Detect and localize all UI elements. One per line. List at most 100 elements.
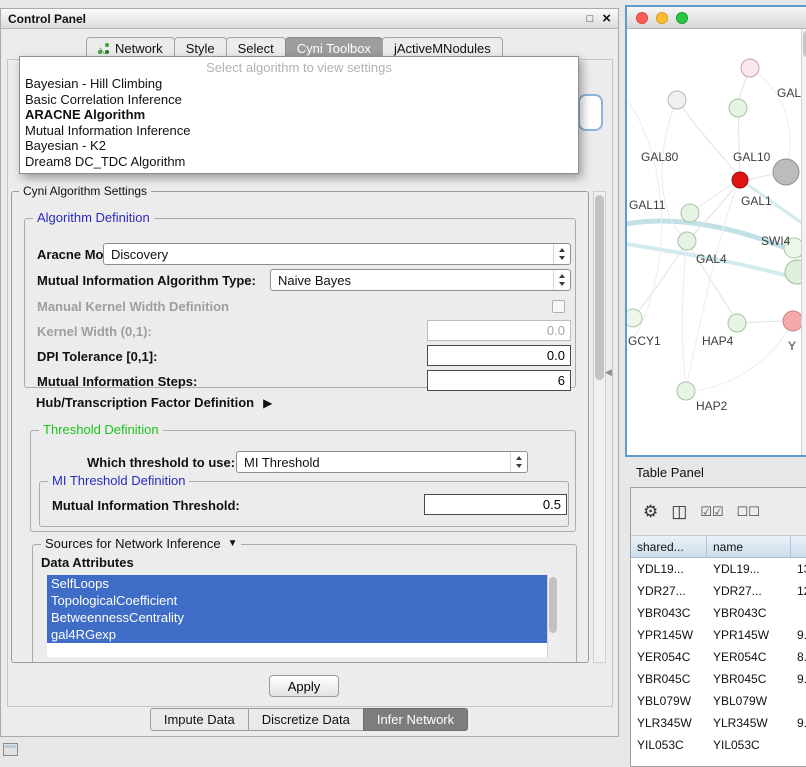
- float-window-icon[interactable]: □: [587, 13, 594, 25]
- network-node[interactable]: [729, 99, 747, 117]
- table-row[interactable]: YLR345WYLR345W9.: [631, 712, 806, 734]
- aracne-mode-select[interactable]: Discovery: [103, 243, 571, 265]
- table-cell: YBL079W: [631, 694, 707, 708]
- network-node-label: Y: [788, 339, 796, 353]
- algorithm-option-bayesian-hill-climbing[interactable]: Bayesian - Hill Climbing: [20, 76, 578, 92]
- network-edge[interactable]: [697, 321, 793, 391]
- table-row[interactable]: YDL19...YDL19...13: [631, 558, 806, 580]
- table-row[interactable]: YPR145WYPR145W9.: [631, 624, 806, 646]
- spinner-icon: [553, 270, 570, 290]
- network-edge[interactable]: [633, 248, 683, 318]
- algorithm-option-aracne-algorithm[interactable]: ARACNE Algorithm: [20, 107, 578, 123]
- network-window-titlebar[interactable]: [627, 7, 806, 29]
- columns-icon[interactable]: ◫: [671, 502, 687, 522]
- network-edge[interactable]: [750, 68, 790, 161]
- collapse-arrow-icon[interactable]: ▼: [228, 538, 238, 549]
- zoom-traffic-light-icon[interactable]: [676, 12, 688, 24]
- algorithm-select-fragment[interactable]: [578, 94, 603, 131]
- network-edge[interactable]: [738, 108, 740, 175]
- mi-algorithm-type-label: Mutual Information Algorithm Type:: [37, 273, 256, 288]
- mi-steps-input[interactable]: [427, 370, 571, 391]
- data-attribute-selfloops[interactable]: SelfLoops: [47, 575, 547, 592]
- tab-label: jActiveMNodules: [394, 41, 491, 56]
- dpi-tolerance-label: DPI Tolerance [0,1]:: [37, 349, 157, 364]
- settings-scrollbar[interactable]: [593, 191, 606, 663]
- network-node[interactable]: [677, 382, 695, 400]
- algorithm-option-mutual-information-inference[interactable]: Mutual Information Inference: [20, 123, 578, 139]
- network-node[interactable]: [681, 204, 699, 222]
- table-row[interactable]: YBR045CYBR045C9.: [631, 668, 806, 690]
- network-node[interactable]: [678, 232, 696, 250]
- network-node[interactable]: [773, 159, 799, 185]
- table-cell: 9.: [791, 716, 806, 730]
- splitter-collapse-icon[interactable]: ◀: [605, 367, 612, 378]
- network-node-label: GCY1: [628, 334, 661, 348]
- network-node[interactable]: [668, 91, 686, 109]
- close-traffic-light-icon[interactable]: [636, 12, 648, 24]
- dpi-tolerance-input[interactable]: [427, 345, 571, 366]
- sources-group-header[interactable]: Sources for Network Inference ▼: [41, 536, 241, 551]
- network-node[interactable]: [732, 172, 748, 188]
- network-node-label: HAP4: [702, 334, 734, 348]
- algorithm-option-dream8-dc-tdc-algorithm[interactable]: Dream8 DC_TDC Algorithm: [20, 154, 578, 170]
- mi-threshold-input[interactable]: [424, 494, 567, 515]
- docked-panel-icon[interactable]: [3, 743, 18, 756]
- table-row[interactable]: YDR27...YDR27...12: [631, 580, 806, 602]
- column-header-shared[interactable]: shared...: [631, 536, 707, 557]
- network-node[interactable]: [741, 59, 759, 77]
- data-attribute-gal4rgexp[interactable]: gal4RGexp: [47, 626, 547, 643]
- tab-label: Network: [115, 41, 163, 56]
- mi-steps-label: Mutual Information Steps:: [37, 374, 197, 389]
- table-row[interactable]: YIL053CYIL053C: [631, 734, 806, 756]
- minimize-traffic-light-icon[interactable]: [656, 12, 668, 24]
- table-cell: YLR345W: [707, 716, 791, 730]
- column-header-name[interactable]: name: [707, 536, 791, 557]
- table-cell: 13: [791, 562, 806, 576]
- mi-algorithm-type-select[interactable]: Naive Bayes: [270, 269, 571, 291]
- data-attributes-label: Data Attributes: [41, 555, 134, 570]
- network-node-label: HAP2: [696, 399, 728, 413]
- table-cell: 8.: [791, 650, 806, 664]
- network-scrollbar[interactable]: [801, 29, 806, 455]
- bottom-tab-discretize-data[interactable]: Discretize Data: [248, 708, 364, 731]
- tab-label: Select: [238, 41, 274, 56]
- network-canvas[interactable]: GALGAL80GAL10GAL11GAL1SWI4GAL4GCY1HAP4YH…: [627, 29, 801, 455]
- kernel-width-input[interactable]: [427, 320, 571, 341]
- hub-definition-section[interactable]: Hub/Transcription Factor Definition ▶: [36, 395, 272, 410]
- close-window-icon[interactable]: ×: [602, 12, 611, 26]
- algorithm-option-bayesian-k2[interactable]: Bayesian - K2: [20, 138, 578, 154]
- table-row[interactable]: YER054CYER054C8.: [631, 646, 806, 668]
- expand-arrow-icon[interactable]: ▶: [263, 396, 272, 410]
- algorithm-dropdown-popup: Select algorithm to view settings Bayesi…: [19, 56, 579, 174]
- manual-kernel-checkbox[interactable]: [552, 300, 565, 313]
- bottom-tab-impute-data[interactable]: Impute Data: [150, 708, 249, 731]
- control-panel-titlebar[interactable]: Control Panel □ ×: [1, 9, 618, 29]
- attributes-scrollbar-thumb[interactable]: [549, 577, 557, 633]
- attributes-scrollbar[interactable]: [547, 575, 559, 657]
- network-node[interactable]: [627, 309, 642, 327]
- algorithm-option-basic-correlation-inference[interactable]: Basic Correlation Inference: [20, 92, 578, 108]
- network-node-label: GAL4: [696, 252, 727, 266]
- select-all-icon[interactable]: ☑☑: [700, 504, 723, 520]
- network-node[interactable]: [785, 260, 801, 284]
- sources-group: Sources for Network Inference ▼ Data Att…: [32, 544, 577, 662]
- network-edge[interactable]: [682, 241, 687, 386]
- network-node-label: GAL10: [733, 150, 771, 164]
- kernel-width-label: Kernel Width (0,1):: [37, 324, 152, 339]
- apply-button[interactable]: Apply: [269, 675, 339, 697]
- column-header-extra[interactable]: [791, 536, 806, 557]
- data-attribute-betweennesscentrality[interactable]: BetweennessCentrality: [47, 609, 547, 626]
- data-attribute-topologicalcoefficient[interactable]: TopologicalCoefficient: [47, 592, 547, 609]
- table-row[interactable]: YBL079WYBL079W: [631, 690, 806, 712]
- data-attributes-list[interactable]: SelfLoopsTopologicalCoefficientBetweenne…: [47, 575, 559, 657]
- table-row[interactable]: YBR043CYBR043C: [631, 602, 806, 624]
- spinner-icon: [553, 244, 570, 264]
- table-cell: YBR043C: [707, 606, 791, 620]
- network-node[interactable]: [728, 314, 746, 332]
- deselect-all-icon[interactable]: ☐☐: [737, 504, 760, 520]
- threshold-type-select[interactable]: MI Threshold: [236, 451, 528, 473]
- network-node[interactable]: [783, 311, 801, 331]
- settings-scrollbar-thumb[interactable]: [595, 195, 604, 380]
- bottom-tab-infer-network[interactable]: Infer Network: [363, 708, 468, 731]
- gear-icon[interactable]: ⚙: [643, 502, 658, 522]
